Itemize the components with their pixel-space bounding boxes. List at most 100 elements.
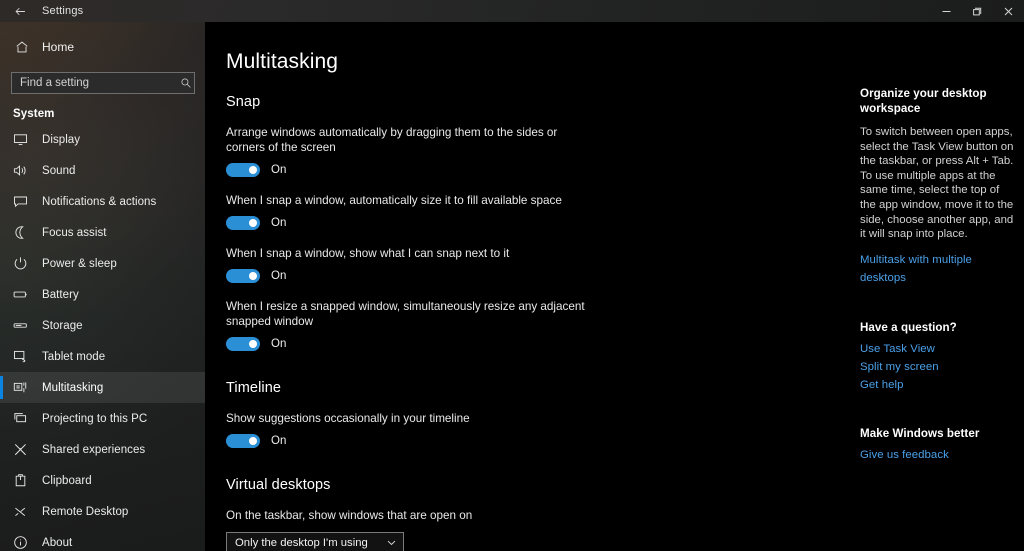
sidebar-item-label: Sound	[42, 164, 76, 177]
sidebar-item-about[interactable]: About	[0, 527, 205, 551]
toggle-knob	[249, 437, 257, 445]
taskbar-windows-dropdown[interactable]: Only the desktop I'm using	[226, 532, 404, 551]
setting-label: When I resize a snapped window, simultan…	[226, 300, 585, 328]
window-title: Settings	[42, 5, 84, 17]
toggle-row: On	[226, 215, 851, 231]
sidebar-item-power-sleep[interactable]: Power & sleep	[0, 248, 205, 279]
toggle-state-label: On	[271, 435, 287, 447]
help-link-give-feedback[interactable]: Give us feedback	[860, 446, 1014, 464]
toggle-state-label: On	[271, 164, 287, 176]
toggle-row: On	[226, 336, 851, 352]
timeline-suggestions-toggle[interactable]	[226, 434, 260, 448]
search-icon	[178, 77, 194, 89]
sidebar-item-notifications[interactable]: Notifications & actions	[0, 186, 205, 217]
setting-timeline-suggestions: Show suggestions occasionally in your ti…	[226, 411, 851, 449]
settings-main-column: Multitasking Snap Arrange windows automa…	[221, 22, 851, 551]
toggle-knob	[249, 166, 257, 174]
sidebar-item-focus-assist[interactable]: Focus assist	[0, 217, 205, 248]
search-input[interactable]	[12, 73, 178, 93]
page-title: Multitasking	[226, 50, 339, 73]
sidebar-item-shared-experiences[interactable]: Shared experiences	[0, 434, 205, 465]
battery-icon	[13, 287, 31, 302]
toggle-knob	[249, 340, 257, 348]
section-heading-virtual-desktops: Virtual desktops	[226, 477, 331, 493]
help-feedback-links: Give us feedback	[860, 446, 1014, 464]
info-icon	[13, 535, 31, 550]
snap-assist-toggle[interactable]	[226, 269, 260, 283]
setting-label: Arrange windows automatically by draggin…	[226, 126, 558, 154]
sidebar-item-storage[interactable]: Storage	[0, 310, 205, 341]
sidebar-group-title: System	[13, 108, 55, 120]
help-link-split-my-screen[interactable]: Split my screen	[860, 358, 1014, 376]
help-heading: Organize your desktop workspace	[860, 87, 987, 115]
sidebar-item-label: Projecting to this PC	[42, 412, 148, 425]
window-controls	[931, 0, 1024, 22]
setting-snap-assist: When I snap a window, show what I can sn…	[226, 246, 851, 284]
toggle-state-label: On	[271, 338, 287, 350]
toggle-knob	[249, 219, 257, 227]
sidebar-item-clipboard[interactable]: Clipboard	[0, 465, 205, 496]
help-body-text: To switch between open apps, select the …	[860, 126, 1014, 241]
toggle-state-label: On	[271, 217, 287, 229]
setting-snap-resize: When I resize a snapped window, simultan…	[226, 299, 851, 352]
sidebar-item-label: Power & sleep	[42, 257, 117, 270]
sidebar-item-label: Multitasking	[42, 381, 104, 394]
sidebar-item-projecting[interactable]: Projecting to this PC	[0, 403, 205, 434]
remote-desktop-icon	[13, 504, 31, 519]
toggle-row: On	[226, 433, 851, 449]
toggle-row: On	[226, 268, 851, 284]
setting-label: On the taskbar, show windows that are op…	[226, 509, 473, 522]
multitasking-icon	[13, 380, 31, 395]
setting-snap-autosize: When I snap a window, automatically size…	[226, 193, 851, 231]
sidebar-item-battery[interactable]: Battery	[0, 279, 205, 310]
window-titlebar: Settings	[0, 0, 1024, 22]
moon-icon	[13, 225, 31, 240]
settings-window: Settings Home Find a setting System Disp…	[0, 0, 1024, 551]
section-heading-snap: Snap	[226, 94, 261, 110]
project-screen-icon	[13, 411, 31, 426]
window-body: Home System	[0, 22, 1024, 551]
toggle-row: On	[226, 162, 851, 178]
speaker-icon	[13, 163, 31, 178]
sidebar-item-label: Remote Desktop	[42, 505, 129, 518]
sidebar-item-home[interactable]: Home	[0, 32, 205, 62]
sidebar-item-remote-desktop[interactable]: Remote Desktop	[0, 496, 205, 527]
close-button[interactable]	[993, 0, 1024, 22]
clipboard-icon	[13, 473, 31, 488]
sidebar-item-label: Shared experiences	[42, 443, 146, 456]
toggle-state-label: On	[271, 270, 287, 282]
sidebar-item-sound[interactable]: Sound	[0, 155, 205, 186]
search-box[interactable]	[11, 72, 195, 94]
sidebar-item-label: Battery	[42, 288, 79, 301]
help-panel: Organize your desktop workspace To switc…	[851, 22, 1024, 551]
chevron-down-icon	[386, 537, 397, 548]
toggle-knob	[249, 272, 257, 280]
settings-content: Multitasking Snap Arrange windows automa…	[205, 22, 1024, 551]
setting-label: Show suggestions occasionally in your ti…	[226, 412, 470, 425]
minimize-button[interactable]	[931, 0, 962, 22]
restore-button[interactable]	[962, 0, 993, 22]
sidebar-item-tablet-mode[interactable]: Tablet mode	[0, 341, 205, 372]
sidebar-item-label: Storage	[42, 319, 83, 332]
sidebar-item-display[interactable]: Display	[0, 124, 205, 155]
sidebar-item-label: Focus assist	[42, 226, 107, 239]
back-button[interactable]	[0, 0, 40, 22]
setting-label: When I snap a window, show what I can sn…	[226, 247, 510, 260]
snap-resize-toggle[interactable]	[226, 337, 260, 351]
snap-autosize-toggle[interactable]	[226, 216, 260, 230]
snap-arrange-toggle[interactable]	[226, 163, 260, 177]
help-link-use-task-view[interactable]: Use Task View	[860, 340, 1014, 358]
help-link-get-help[interactable]: Get help	[860, 376, 1014, 394]
power-icon	[13, 256, 31, 271]
monitor-icon	[13, 132, 31, 147]
sidebar-item-multitasking[interactable]: Multitasking	[0, 372, 205, 403]
help-heading-question: Have a question?	[860, 320, 957, 334]
dropdown-value: Only the desktop I'm using	[235, 536, 368, 549]
help-question-links: Use Task View Split my screen Get help	[860, 340, 1014, 394]
shared-experiences-icon	[13, 442, 31, 457]
home-icon	[13, 40, 31, 54]
sidebar-item-label: Notifications & actions	[42, 195, 157, 208]
help-link-multitask-desktops[interactable]: Multitask with multiple desktops	[860, 251, 1014, 287]
settings-sidebar: Home System	[0, 22, 205, 551]
sidebar-item-label: Clipboard	[42, 474, 92, 487]
